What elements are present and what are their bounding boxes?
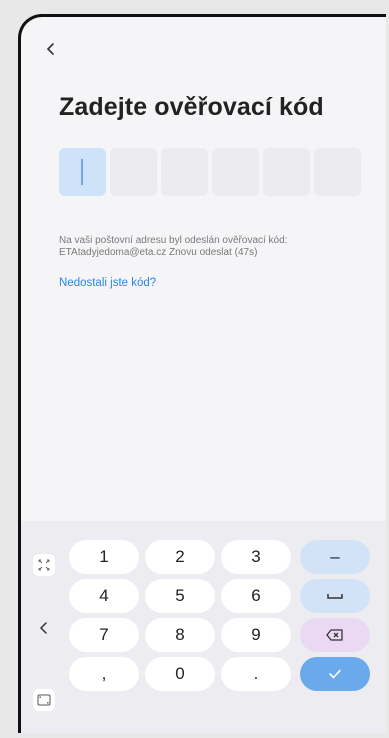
resize-keyboard-icon — [37, 694, 51, 706]
code-digit-5[interactable] — [263, 148, 310, 196]
code-digit-3[interactable] — [161, 148, 208, 196]
page-title: Zadejte ověřovací kód — [59, 93, 324, 121]
info-text: Na vaši poštovní adresu byl odeslán ověř… — [59, 235, 359, 259]
expand-keyboard-icon — [38, 559, 50, 571]
key-period[interactable]: . — [221, 657, 291, 691]
key-9[interactable]: 9 — [221, 618, 291, 652]
key-3[interactable]: 3 — [221, 540, 291, 574]
key-6[interactable]: 6 — [221, 579, 291, 613]
text-caret — [81, 159, 83, 185]
key-comma[interactable]: , — [69, 657, 139, 691]
expand-keyboard-button[interactable] — [33, 554, 55, 576]
hide-keyboard-button[interactable] — [33, 617, 55, 639]
key-backspace[interactable] — [300, 618, 370, 652]
key-8[interactable]: 8 — [145, 618, 215, 652]
back-button[interactable] — [41, 39, 61, 59]
resize-keyboard-button[interactable] — [33, 689, 55, 711]
key-4[interactable]: 4 — [69, 579, 139, 613]
code-digit-4[interactable] — [212, 148, 259, 196]
code-digit-1[interactable] — [59, 148, 106, 196]
key-1[interactable]: 1 — [69, 540, 139, 574]
code-digit-2[interactable] — [110, 148, 157, 196]
no-code-link[interactable]: Nedostali jste kód? — [59, 277, 156, 289]
code-input-row[interactable] — [59, 148, 361, 196]
phone-frame: Zadejte ověřovací kód Na vaši poštovní a… — [18, 14, 386, 733]
key-minus[interactable]: – — [300, 540, 370, 574]
backspace-icon — [326, 629, 343, 641]
checkmark-icon — [329, 669, 341, 679]
key-2[interactable]: 2 — [145, 540, 215, 574]
key-5[interactable]: 5 — [145, 579, 215, 613]
numeric-keyboard: 1 2 3 – 4 5 6 7 8 9 , 0 . — [21, 521, 386, 733]
key-confirm[interactable] — [300, 657, 370, 691]
space-icon — [327, 594, 343, 599]
info-line-1: Na vaši poštovní adresu byl odeslán ověř… — [59, 235, 288, 246]
code-digit-6[interactable] — [314, 148, 361, 196]
chevron-left-icon — [46, 43, 54, 55]
info-line-2: ETAtadyjedoma@eta.cz Znovu odeslat (47s) — [59, 247, 258, 258]
key-7[interactable]: 7 — [69, 618, 139, 652]
key-0[interactable]: 0 — [145, 657, 215, 691]
key-space[interactable] — [300, 579, 370, 613]
chevron-left-icon — [39, 622, 47, 634]
verification-screen: Zadejte ověřovací kód Na vaši poštovní a… — [21, 17, 386, 733]
